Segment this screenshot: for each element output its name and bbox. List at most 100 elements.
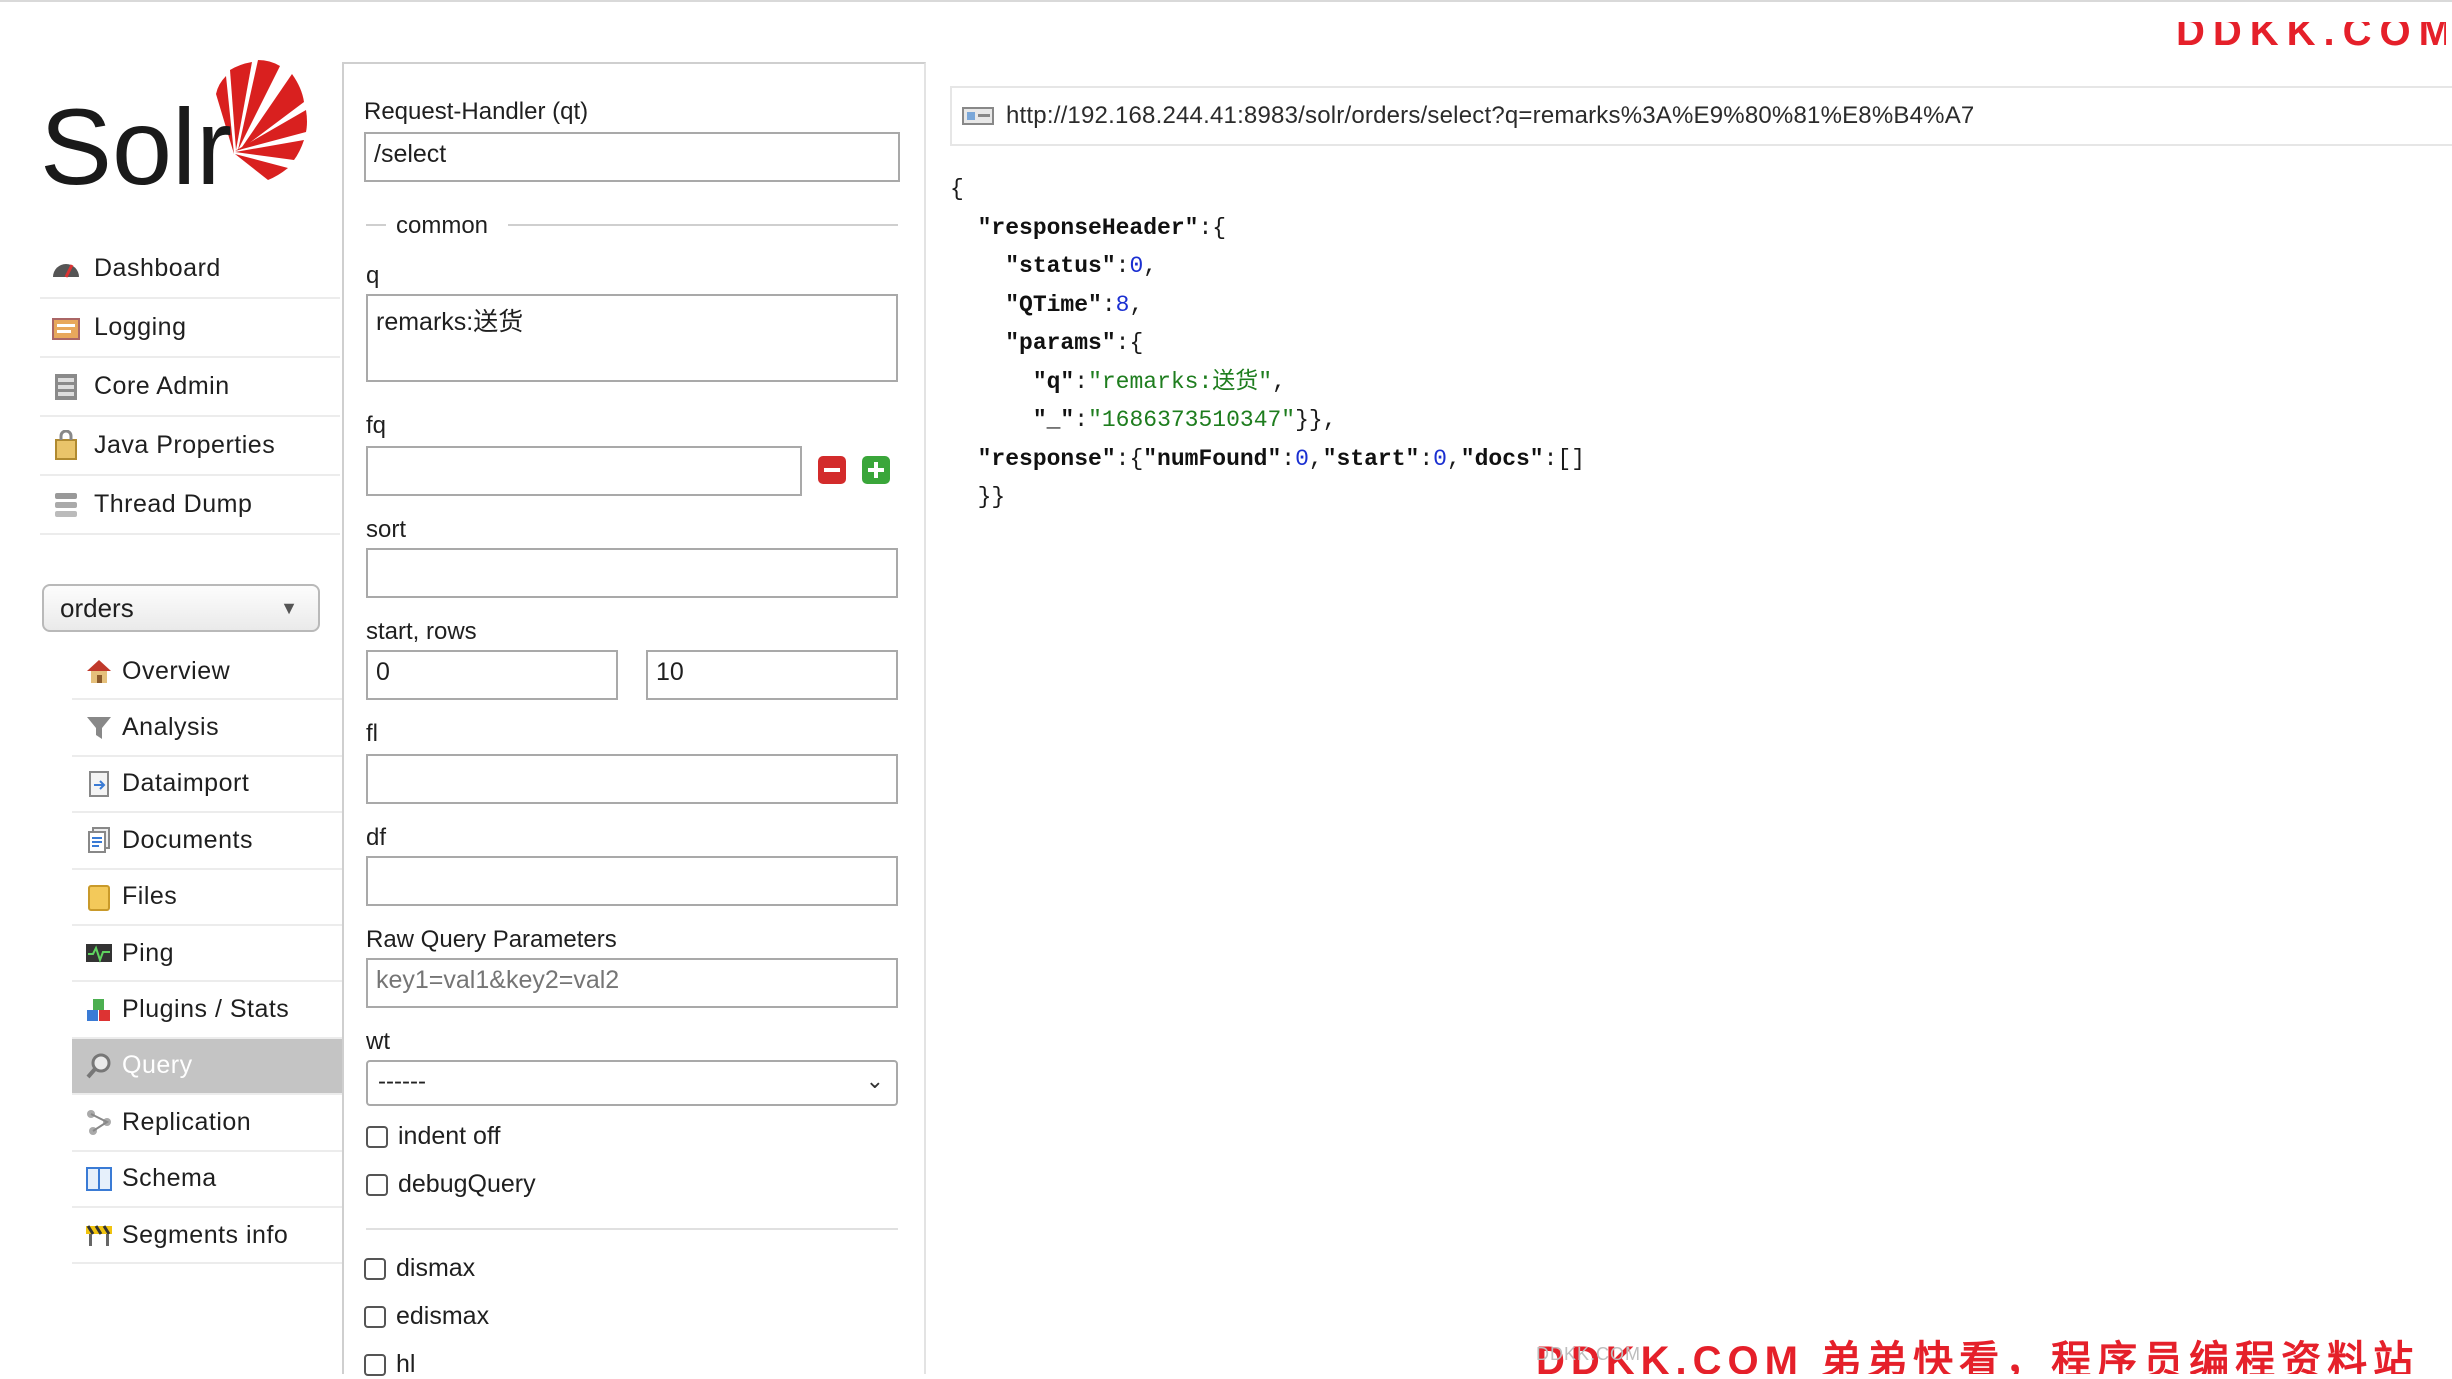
wt-select[interactable]: ------ ⌄: [366, 1060, 898, 1106]
core-item-analysis[interactable]: Analysis: [72, 700, 342, 757]
ping-icon: [86, 944, 112, 964]
json-q-key: "q": [1032, 368, 1075, 395]
add-fq-button[interactable]: [862, 456, 890, 484]
raw-params-input[interactable]: key1=val1&key2=val2: [366, 958, 898, 1008]
sidebar-item-logging[interactable]: Logging: [40, 299, 340, 358]
segments-icon: [86, 1225, 112, 1247]
core-item-files[interactable]: Files: [72, 870, 342, 926]
sidebar-item-java-properties[interactable]: Java Properties: [40, 417, 340, 476]
json-underscore-value: "1686373510347": [1088, 407, 1296, 433]
core-item-dataimport[interactable]: Dataimport: [72, 757, 342, 814]
indent-checkbox-box[interactable]: [366, 1125, 388, 1148]
core-item-documents[interactable]: Documents: [72, 813, 342, 870]
fq-input[interactable]: [366, 446, 802, 496]
sort-label: sort: [366, 516, 407, 543]
df-label: df: [366, 824, 387, 851]
df-input[interactable]: [366, 856, 898, 906]
indent-checkbox[interactable]: indent off: [366, 1122, 500, 1151]
json-docs-key: "docs": [1460, 445, 1544, 472]
dismax-checkbox-box[interactable]: [364, 1257, 386, 1280]
json-status-key: "status": [1005, 253, 1116, 279]
json-params-key: "params": [1005, 330, 1116, 356]
dismax-checkbox-label: dismax: [396, 1254, 476, 1282]
folder-icon: [88, 884, 110, 911]
solr-logo[interactable]: Solr: [40, 54, 310, 207]
url-icon: [962, 107, 994, 125]
request-url-link[interactable]: http://192.168.244.41:8983/solr/orders/s…: [1006, 102, 1974, 130]
json-start-key: "start": [1322, 445, 1420, 472]
json-close-brace: }}: [977, 484, 1006, 510]
legend-line-left: [366, 224, 386, 226]
json-numfound-value: 0: [1295, 445, 1309, 472]
remove-fq-button[interactable]: [818, 456, 846, 484]
sidebar-item-dashboard[interactable]: Dashboard: [40, 240, 340, 299]
edismax-checkbox-box[interactable]: [364, 1305, 386, 1328]
json-qtime-key: "QTime": [1005, 291, 1102, 318]
q-textarea[interactable]: remarks:送货: [366, 294, 898, 382]
java-properties-icon: [55, 429, 77, 460]
json-response: { "responseHeader":{ "status":0, "QTime"…: [950, 176, 1586, 510]
core-item-label: Files: [122, 882, 178, 911]
request-handler-label: Request-Handler (qt): [364, 98, 589, 125]
hl-checkbox-label: hl: [396, 1350, 416, 1378]
edismax-checkbox[interactable]: edismax: [364, 1302, 489, 1331]
core-item-query[interactable]: Query: [72, 1038, 342, 1096]
core-item-label: Segments info: [122, 1220, 289, 1249]
core-selector[interactable]: orders ▼: [42, 584, 320, 632]
core-item-replication[interactable]: Replication: [72, 1095, 342, 1152]
debug-query-checkbox-label: debugQuery: [398, 1170, 536, 1198]
core-selector-value: orders: [60, 592, 134, 623]
request-handler-input[interactable]: /select: [364, 132, 900, 182]
hl-checkbox[interactable]: hl: [364, 1350, 415, 1379]
json-status-value: 0: [1129, 253, 1144, 279]
core-item-label: Replication: [122, 1107, 252, 1136]
core-item-segments-info[interactable]: Segments info: [72, 1208, 342, 1265]
sidebar-item-core-admin[interactable]: Core Admin: [40, 358, 340, 417]
documents-icon: [88, 827, 110, 854]
rows-input[interactable]: 10: [646, 650, 898, 700]
q-label: q: [366, 262, 380, 289]
fl-input[interactable]: [366, 754, 898, 804]
core-item-schema[interactable]: Schema: [72, 1152, 342, 1208]
magnifier-icon: [86, 1053, 111, 1079]
debug-query-checkbox-box[interactable]: [366, 1173, 388, 1196]
sidebar-item-label: Dashboard: [94, 254, 221, 282]
common-legend: common: [396, 212, 489, 239]
sort-input[interactable]: [366, 548, 898, 598]
form-divider: [366, 1228, 898, 1230]
debug-query-checkbox[interactable]: debugQuery: [366, 1170, 536, 1199]
core-item-overview[interactable]: Overview: [72, 644, 342, 701]
fl-label: fl: [366, 720, 378, 747]
core-item-label: Schema: [122, 1164, 217, 1193]
sidebar-item-label: Logging: [94, 313, 187, 341]
core-item-ping[interactable]: Ping: [72, 926, 342, 983]
core-item-label: Overview: [122, 656, 231, 685]
dataimport-icon: [89, 770, 109, 797]
dashboard-icon: [53, 263, 79, 278]
watermark-bottom: DDKK.COM 弟弟快看，程序员编程资料站 DDKK.COM: [1536, 1339, 2420, 1374]
dismax-checkbox[interactable]: dismax: [364, 1254, 475, 1283]
core-admin-icon: [55, 373, 77, 400]
indent-checkbox-label: indent off: [398, 1122, 501, 1150]
json-start-value: 0: [1433, 445, 1447, 472]
fq-label: fq: [366, 412, 387, 439]
start-rows-label: start, rows: [366, 618, 477, 645]
svg-text:Solr: Solr: [40, 86, 232, 204]
chevron-down-icon: ▼: [280, 598, 298, 618]
funnel-icon: [87, 716, 111, 739]
start-input[interactable]: 0: [366, 650, 618, 700]
core-item-label: Documents: [122, 825, 253, 854]
sidebar-nav: Dashboard Logging Core Admin Java Proper…: [40, 240, 340, 535]
schema-icon: [86, 1166, 112, 1191]
json-response-header-key: "responseHeader": [977, 214, 1199, 241]
sidebar-item-thread-dump[interactable]: Thread Dump: [40, 476, 340, 535]
core-item-label: Plugins / Stats: [122, 995, 290, 1024]
hl-checkbox-box[interactable]: [364, 1353, 386, 1376]
chevron-down-icon: ⌄: [865, 1068, 884, 1093]
plugins-icon: [87, 998, 110, 1021]
watermark-top: DDKK.COM: [2176, 22, 2446, 46]
core-item-plugins-stats[interactable]: Plugins / Stats: [72, 982, 342, 1039]
json-q-value: "remarks:送货": [1088, 368, 1273, 395]
top-border: [0, 0, 2452, 2]
sidebar-item-label: Thread Dump: [94, 490, 253, 518]
